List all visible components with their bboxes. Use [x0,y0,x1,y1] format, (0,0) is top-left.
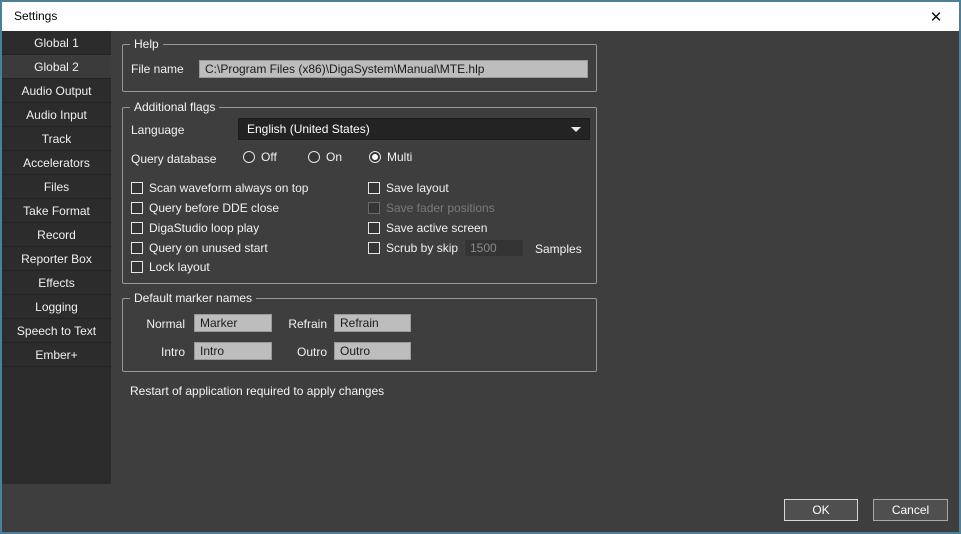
checkbox-scrub-by-skip[interactable]: Scrub by skip [368,241,458,255]
checkbox-label: Save active screen [386,221,487,235]
radio-off-icon [243,151,255,163]
sidebar-item-reporter-box[interactable]: Reporter Box [2,247,111,271]
radio-selected-dot [372,154,378,160]
normal-label: Normal [131,317,185,331]
refrain-label: Refrain [281,317,327,331]
radio-multi-label: Multi [387,150,412,164]
checkbox-digastudio-loop[interactable]: DigaStudio loop play [131,221,259,235]
help-group-label: Help [130,37,163,51]
radio-multi-icon [369,151,381,163]
radio-query-multi[interactable]: Multi [369,150,412,164]
radio-on-icon [308,151,320,163]
language-dropdown-value: English (United States) [247,122,565,136]
checkbox-label: Save fader positions [386,201,495,215]
radio-query-off[interactable]: Off [243,150,277,164]
sidebar-item-files[interactable]: Files [2,175,111,199]
checkbox-label: Query on unused start [149,241,268,255]
samples-label: Samples [535,242,582,256]
checkbox-label: Scan waveform always on top [149,181,308,195]
checkbox-save-active-screen[interactable]: Save active screen [368,221,487,235]
sidebar-item-track[interactable]: Track [2,127,111,151]
help-group: Help File name [122,44,597,92]
query-database-label: Query database [131,152,216,166]
outro-marker-input[interactable] [334,342,411,360]
intro-marker-input[interactable] [194,342,272,360]
checkbox-query-unused-start[interactable]: Query on unused start [131,241,268,255]
normal-marker-input[interactable] [194,314,272,332]
sidebar-item-global-1[interactable]: Global 1 [2,31,111,55]
sidebar-item-effects[interactable]: Effects [2,271,111,295]
checkbox-save-fader-positions: Save fader positions [368,201,495,215]
checkbox-label: Scrub by skip [386,241,458,255]
sidebar-item-record[interactable]: Record [2,223,111,247]
close-icon[interactable]: ✕ [919,2,953,31]
checkbox-icon [131,242,143,254]
radio-off-label: Off [261,150,277,164]
sidebar-item-logging[interactable]: Logging [2,295,111,319]
cancel-button[interactable]: Cancel [873,499,948,521]
outro-label: Outro [281,345,327,359]
refrain-marker-input[interactable] [334,314,411,332]
default-marker-names-group: Default marker names Normal Refrain Intr… [122,298,597,372]
checkbox-label: Query before DDE close [149,201,279,215]
window-title: Settings [14,2,57,31]
default-marker-names-label: Default marker names [130,291,256,305]
help-file-input[interactable] [199,60,588,78]
sidebar-item-ember[interactable]: Ember+ [2,343,111,367]
checkbox-label: DigaStudio loop play [149,221,259,235]
checkbox-icon [368,222,380,234]
additional-flags-group: Additional flags Language English (Unite… [122,107,597,284]
checkbox-save-layout[interactable]: Save layout [368,181,449,195]
language-label: Language [131,123,184,137]
radio-query-on[interactable]: On [308,150,342,164]
ok-button[interactable]: OK [784,499,858,521]
language-dropdown[interactable]: English (United States) [238,118,590,140]
sidebar-item-accelerators[interactable]: Accelerators [2,151,111,175]
checkbox-icon [368,202,380,214]
checkbox-icon [131,222,143,234]
checkbox-label: Lock layout [149,260,210,274]
sidebar-item-speech-to-text[interactable]: Speech to Text [2,319,111,343]
sidebar-item-audio-output[interactable]: Audio Output [2,79,111,103]
intro-label: Intro [131,345,185,359]
checkbox-icon [368,182,380,194]
sidebar: Global 1 Global 2 Audio Output Audio Inp… [2,31,111,484]
checkbox-icon [131,182,143,194]
settings-dialog: Settings ✕ Global 1 Global 2 Audio Outpu… [0,0,961,534]
file-name-label: File name [131,62,184,76]
restart-note: Restart of application required to apply… [130,384,384,398]
checkbox-scan-waveform[interactable]: Scan waveform always on top [131,181,308,195]
checkbox-lock-layout[interactable]: Lock layout [131,260,210,274]
checkbox-icon [131,261,143,273]
sidebar-item-take-format[interactable]: Take Format [2,199,111,223]
sidebar-item-global-2[interactable]: Global 2 [2,55,111,79]
checkbox-icon [131,202,143,214]
checkbox-query-dde-close[interactable]: Query before DDE close [131,201,279,215]
scrub-samples-input [464,239,524,257]
additional-flags-group-label: Additional flags [130,100,219,114]
checkbox-icon [368,242,380,254]
checkbox-label: Save layout [386,181,449,195]
sidebar-item-audio-input[interactable]: Audio Input [2,103,111,127]
radio-on-label: On [326,150,342,164]
titlebar: Settings ✕ [2,2,959,31]
chevron-down-icon [571,127,581,132]
